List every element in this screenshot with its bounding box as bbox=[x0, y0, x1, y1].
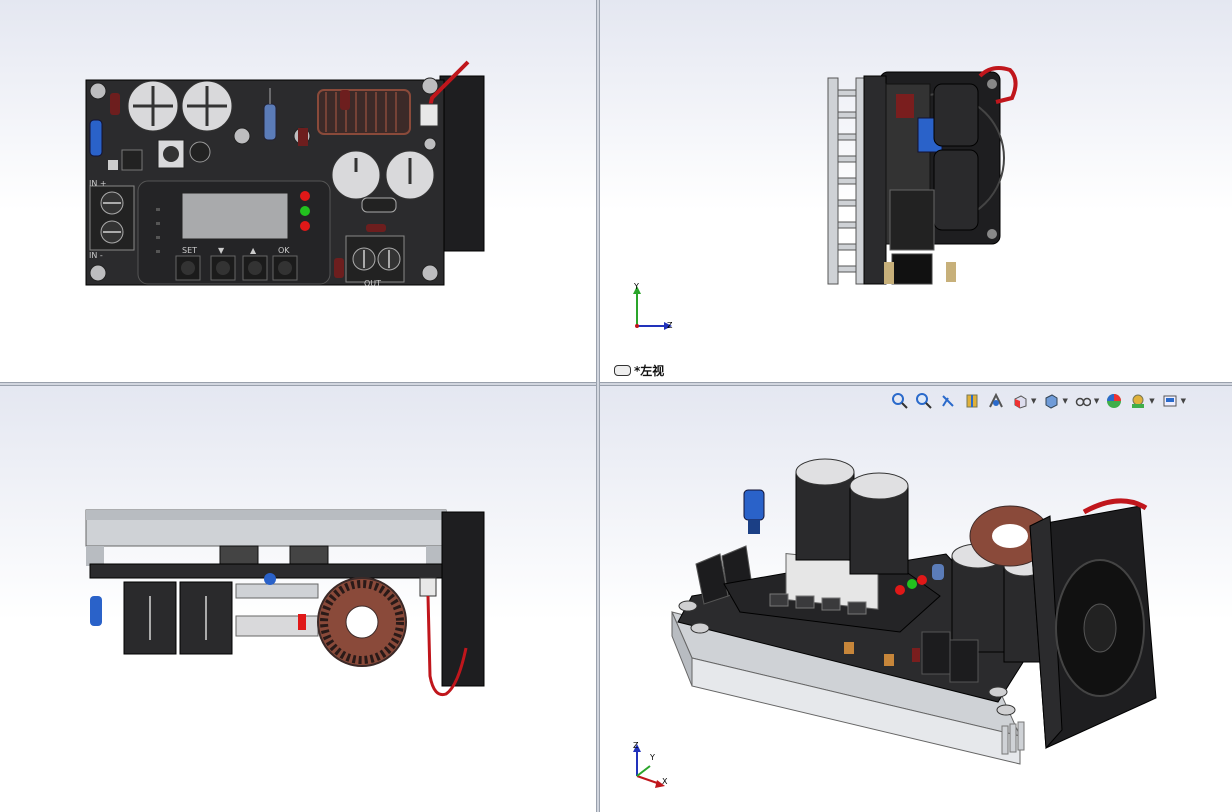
led-red-icon bbox=[300, 221, 310, 231]
button-label-set: SET bbox=[182, 246, 197, 255]
fan-connector bbox=[419, 103, 439, 127]
lcd-screen bbox=[181, 192, 289, 240]
fan-side bbox=[439, 75, 485, 252]
capacitor-side bbox=[933, 83, 979, 147]
blue-connector-icon bbox=[743, 489, 765, 521]
output-terminal-block bbox=[345, 235, 405, 283]
viewport-left[interactable]: Y Z *左视 bbox=[600, 0, 1232, 382]
led-green-icon bbox=[300, 206, 310, 216]
view-glasses-icon bbox=[614, 365, 631, 376]
viewport-splitter-vertical[interactable] bbox=[596, 0, 600, 812]
axis-z-label: Z bbox=[667, 321, 673, 330]
led-red-icon bbox=[300, 191, 310, 201]
front-view-model[interactable]: IN + IN - OUT SET ▼ ▲ OK bbox=[0, 0, 596, 382]
axis-triad: Y Z bbox=[633, 282, 673, 330]
axis-x-label: X bbox=[662, 777, 668, 786]
axis-triad: Z Y X bbox=[633, 741, 668, 788]
input-terminal-block bbox=[89, 185, 135, 251]
blue-connector-icon bbox=[89, 119, 103, 157]
viewport-splitter-horizontal[interactable] bbox=[0, 382, 1232, 386]
viewport-front[interactable]: IN + IN - OUT SET ▼ ▲ OK bbox=[0, 0, 596, 382]
axis-y-label: Y bbox=[633, 282, 639, 291]
viewport-top[interactable] bbox=[0, 386, 596, 812]
capacitor-side bbox=[933, 149, 979, 231]
left-view-model[interactable]: Y Z bbox=[600, 0, 1232, 382]
led-green-icon bbox=[907, 579, 917, 589]
axis-y-label: Y bbox=[649, 753, 655, 762]
view-name-label: *左视 bbox=[614, 362, 664, 379]
isometric-view-model[interactable]: Z Y X bbox=[600, 386, 1232, 812]
axis-z-label: Z bbox=[633, 741, 639, 750]
fuse-icon bbox=[110, 93, 120, 115]
diode-icon bbox=[361, 197, 397, 213]
led-red-icon bbox=[895, 585, 905, 595]
label-out: OUT bbox=[364, 279, 381, 288]
label-in-plus: IN + bbox=[89, 179, 107, 188]
button-label-up: ▲ bbox=[250, 246, 257, 255]
button-label-ok: OK bbox=[278, 246, 290, 255]
viewport-isometric[interactable]: ▼ ▼ ▼ ▼ ▼ Z Y X bbox=[600, 386, 1232, 812]
label-in-minus: IN - bbox=[89, 251, 103, 260]
top-view-model[interactable] bbox=[0, 386, 596, 812]
button-label-down: ▼ bbox=[218, 246, 225, 255]
heatsink bbox=[827, 77, 865, 285]
led-red-icon bbox=[917, 575, 927, 585]
fan-body bbox=[1029, 505, 1157, 750]
resistor-icon bbox=[932, 564, 944, 580]
terminal-blocks bbox=[921, 631, 979, 683]
resistor-icon bbox=[263, 103, 277, 141]
view-name-text: *左视 bbox=[634, 364, 665, 378]
